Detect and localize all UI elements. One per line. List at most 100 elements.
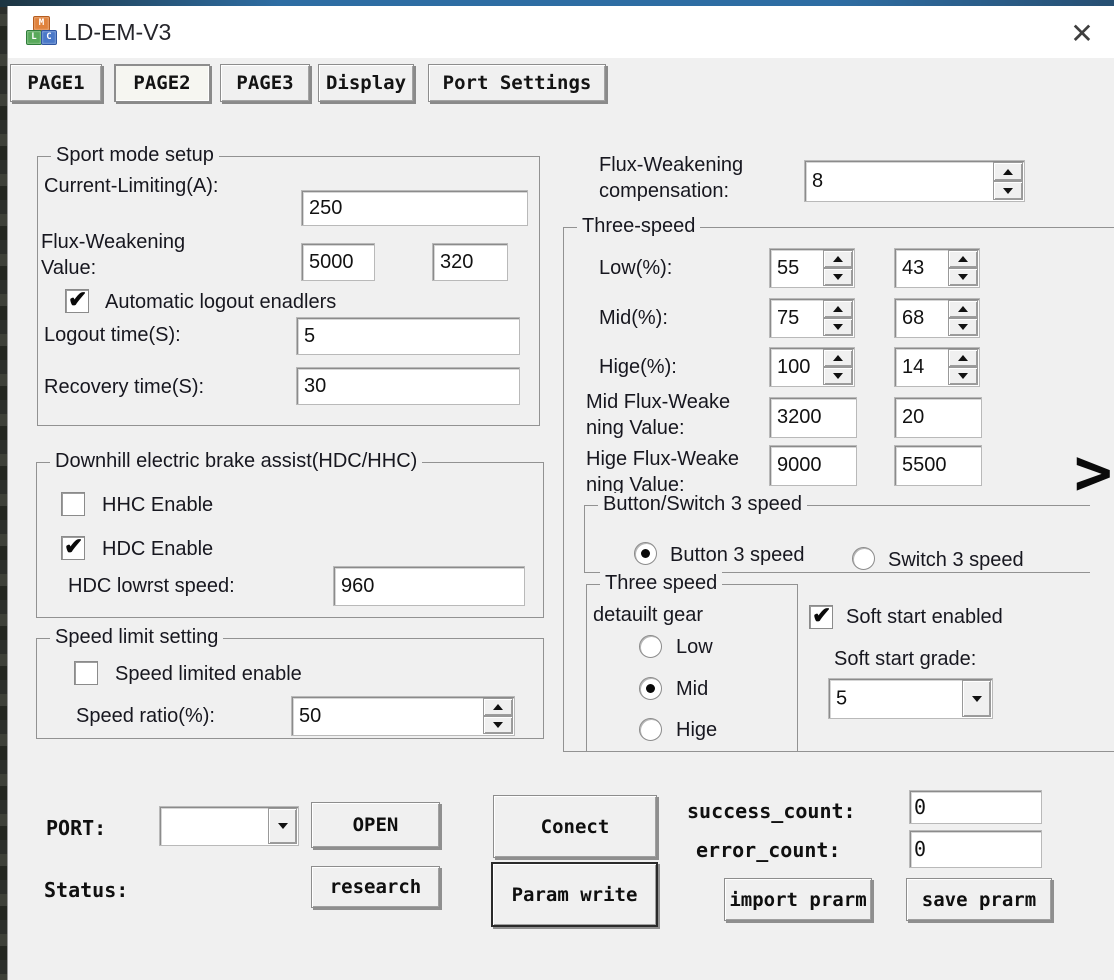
arrow-up-icon	[493, 704, 503, 710]
tab-display[interactable]: Display	[318, 64, 414, 102]
desktop-background-left	[0, 0, 7, 980]
soft-start-grade-dropdown[interactable]: 5	[828, 678, 993, 719]
close-icon: ✕	[1070, 17, 1093, 50]
arrow-up-icon	[833, 256, 843, 262]
tab-page1[interactable]: PAGE1	[10, 64, 102, 102]
titlebar[interactable]: M L C LD-EM-V3 ✕	[8, 6, 1114, 58]
spin-down-button[interactable]	[948, 318, 978, 336]
flux-weakening-value-input-1[interactable]	[301, 243, 375, 281]
spin-up-button[interactable]	[948, 250, 978, 268]
spin-down-button[interactable]	[823, 367, 853, 385]
spin-down-button[interactable]	[823, 318, 853, 336]
gear-low-radio[interactable]	[639, 635, 662, 658]
success-count-label: success_count:	[687, 799, 856, 823]
arrow-down-icon	[833, 324, 843, 330]
open-button[interactable]: OPEN	[311, 802, 440, 848]
hdc-enable-checkbox[interactable]	[61, 536, 85, 560]
spinner-buttons	[993, 162, 1023, 200]
spin-up-button[interactable]	[993, 162, 1023, 181]
error-count-input[interactable]	[909, 830, 1042, 868]
flux-compensation-label: Flux-Weakening compensation:	[599, 152, 743, 204]
tab-label: Display	[326, 72, 406, 94]
flux-weakening-value-input-2[interactable]	[432, 243, 508, 281]
chevron-down-icon	[972, 696, 982, 702]
mid-input-1[interactable]	[770, 299, 822, 337]
hige-flux-weakening-input-2[interactable]	[894, 445, 982, 486]
tab-page3[interactable]: PAGE3	[220, 64, 310, 102]
gear-mid-radio[interactable]	[639, 677, 662, 700]
mid-flux-weakening-label-line1: Mid Flux-Weake	[586, 389, 730, 415]
dropdown-button[interactable]	[268, 808, 297, 844]
spin-down-button[interactable]	[823, 268, 853, 286]
close-button[interactable]: ✕	[1062, 16, 1102, 50]
button-3-speed-radio[interactable]	[634, 542, 657, 565]
spinner-buttons	[823, 300, 853, 336]
soft-start-grade-value: 5	[836, 687, 847, 710]
speed-limited-enable-checkbox[interactable]	[74, 661, 98, 685]
spin-up-button[interactable]	[823, 250, 853, 268]
spin-up-button[interactable]	[823, 300, 853, 318]
arrow-down-icon	[833, 373, 843, 379]
hhc-enable-checkbox[interactable]	[61, 492, 85, 516]
arrow-down-icon	[1003, 188, 1013, 194]
tab-page2[interactable]: PAGE2	[114, 64, 210, 102]
low-spinner-2	[894, 248, 980, 288]
mid-flux-weakening-input-2[interactable]	[894, 397, 982, 438]
hige-input-1[interactable]	[770, 348, 822, 386]
flux-weakening-value-label-line2: Value:	[41, 255, 185, 281]
soft-start-grade-label: Soft start grade:	[834, 646, 976, 672]
param-write-button[interactable]: Param write	[491, 862, 658, 927]
auto-logout-checkbox[interactable]	[65, 289, 89, 313]
current-limiting-label: Current-Limiting(A):	[44, 173, 218, 199]
three-speed-low-label: Low(%):	[599, 255, 672, 281]
success-count-input[interactable]	[909, 790, 1042, 824]
spinner-buttons	[948, 250, 978, 286]
current-limiting-input[interactable]	[301, 190, 528, 226]
spin-up-button[interactable]	[823, 349, 853, 367]
low-input-2[interactable]	[895, 249, 947, 287]
research-button-label: research	[330, 876, 422, 898]
research-button[interactable]: research	[311, 866, 440, 908]
import-param-button[interactable]: import prarm	[724, 878, 872, 921]
app-icon-block-blue: C	[41, 30, 57, 45]
arrow-down-icon	[958, 324, 968, 330]
tab-label: PAGE2	[133, 72, 190, 94]
recovery-time-input[interactable]	[296, 367, 520, 405]
hige-spinner-1	[769, 347, 855, 387]
switch-3-speed-radio[interactable]	[852, 547, 875, 570]
spin-up-button[interactable]	[948, 349, 978, 367]
spin-down-button[interactable]	[948, 367, 978, 385]
next-page-arrow[interactable]: >	[1074, 436, 1113, 510]
low-input-1[interactable]	[770, 249, 822, 287]
mid-flux-weakening-input-1[interactable]	[769, 397, 857, 438]
dropdown-button[interactable]	[962, 680, 991, 717]
speed-limited-enable-label: Speed limited enable	[115, 661, 302, 687]
hige-input-2[interactable]	[895, 348, 947, 386]
soft-start-enabled-checkbox[interactable]	[809, 605, 833, 629]
flux-compensation-input[interactable]	[805, 161, 990, 201]
tab-label: PAGE1	[27, 72, 84, 94]
port-dropdown[interactable]	[159, 806, 299, 846]
arrow-up-icon	[833, 355, 843, 361]
spin-down-button[interactable]	[948, 268, 978, 286]
hdc-lowest-speed-input[interactable]	[333, 566, 525, 606]
group-title: Speed limit setting	[50, 626, 223, 649]
spinner-buttons	[948, 300, 978, 336]
spin-up-button[interactable]	[483, 698, 513, 716]
spin-down-button[interactable]	[483, 716, 513, 734]
open-button-label: OPEN	[353, 814, 399, 836]
hige-flux-weakening-input-1[interactable]	[769, 445, 857, 486]
logout-time-input[interactable]	[296, 317, 520, 355]
tab-port-settings[interactable]: Port Settings	[428, 64, 606, 102]
arrow-up-icon	[958, 306, 968, 312]
gear-hige-radio[interactable]	[639, 718, 662, 741]
mid-input-2[interactable]	[895, 299, 947, 337]
button-3-speed-label: Button 3 speed	[670, 542, 805, 568]
speed-ratio-input[interactable]	[292, 697, 480, 735]
save-param-button[interactable]: save prarm	[906, 878, 1052, 921]
error-count-label: error_count:	[696, 838, 841, 862]
spin-up-button[interactable]	[948, 300, 978, 318]
spin-down-button[interactable]	[993, 181, 1023, 200]
speed-ratio-spinner	[291, 696, 515, 736]
connect-button[interactable]: Conect	[493, 795, 657, 858]
